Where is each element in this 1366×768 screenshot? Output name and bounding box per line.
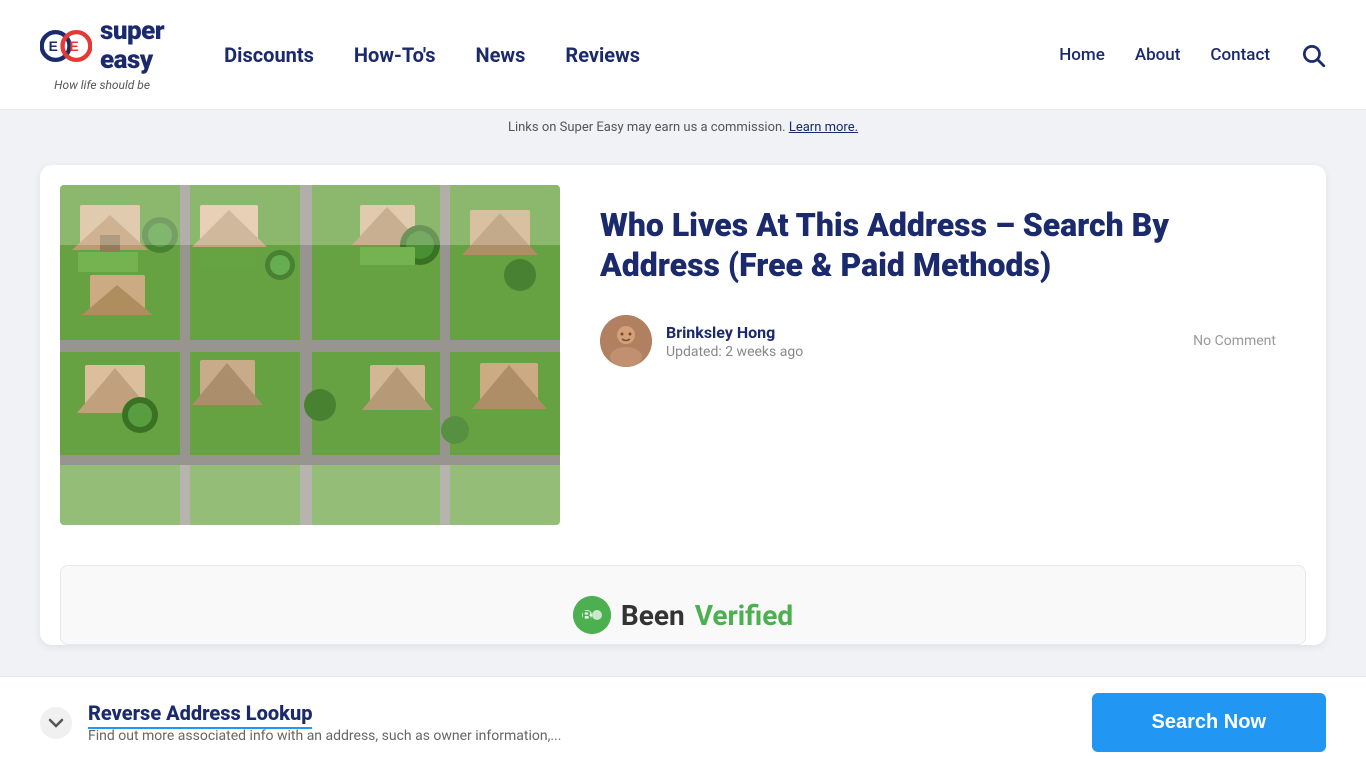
article-header: Who Lives At This Address – Search By Ad… bbox=[40, 165, 1326, 545]
svg-text:B: B bbox=[582, 608, 591, 623]
author-avatar bbox=[600, 315, 652, 367]
bv-text-verified: Verified bbox=[695, 599, 793, 632]
logo-brand-super: super bbox=[100, 17, 164, 46]
article-content: Who Lives At This Address – Search By Ad… bbox=[560, 165, 1326, 397]
logo-icon: E E bbox=[40, 20, 92, 72]
logo-tagline: How life should be bbox=[54, 78, 150, 92]
nav-news[interactable]: News bbox=[476, 43, 526, 67]
search-icon-button[interactable] bbox=[1300, 42, 1326, 68]
svg-text:E: E bbox=[49, 38, 58, 54]
logo-area[interactable]: E E super easy How life should be bbox=[40, 17, 164, 92]
no-comment: No Comment bbox=[1193, 333, 1276, 349]
site-header: E E super easy How life should be Discou… bbox=[0, 0, 1366, 110]
collapse-button[interactable] bbox=[40, 707, 72, 739]
author-info: Brinksley Hong Updated: 2 weeks ago bbox=[666, 323, 803, 360]
bv-text-been: Been bbox=[621, 599, 685, 632]
been-verified-section: B Been Verified bbox=[60, 565, 1306, 645]
aerial-image-svg bbox=[60, 185, 560, 525]
learn-more-link[interactable]: Learn more. bbox=[789, 120, 858, 135]
commission-bar: Links on Super Easy may earn us a commis… bbox=[0, 110, 1366, 145]
logo-graphic: E E super easy bbox=[40, 17, 164, 74]
nav-home[interactable]: Home bbox=[1059, 45, 1105, 65]
nav-discounts[interactable]: Discounts bbox=[224, 43, 314, 67]
nav-contact[interactable]: Contact bbox=[1210, 45, 1270, 65]
bv-icon: B bbox=[573, 596, 611, 634]
svg-text:E: E bbox=[69, 38, 78, 54]
search-icon bbox=[1300, 42, 1326, 68]
article-image bbox=[60, 185, 560, 525]
nav-about[interactable]: About bbox=[1135, 45, 1181, 65]
right-nav: Home About Contact bbox=[1059, 42, 1326, 68]
logo-text: super easy bbox=[100, 17, 164, 74]
author-name: Brinksley Hong bbox=[666, 323, 803, 342]
article-title: Who Lives At This Address – Search By Ad… bbox=[600, 205, 1276, 285]
author-area: Brinksley Hong Updated: 2 weeks ago No C… bbox=[600, 315, 1276, 367]
main-nav: Discounts How-To's News Reviews bbox=[224, 43, 1059, 67]
author-left: Brinksley Hong Updated: 2 weeks ago bbox=[600, 315, 803, 367]
author-updated: Updated: 2 weeks ago bbox=[666, 344, 803, 360]
bv-logo: B Been Verified bbox=[573, 596, 793, 634]
main-card: Who Lives At This Address – Search By Ad… bbox=[40, 165, 1326, 645]
bottom-description: Find out more associated info with an ad… bbox=[88, 728, 561, 744]
chevron-down-icon bbox=[48, 715, 64, 731]
nav-reviews[interactable]: Reviews bbox=[565, 43, 640, 67]
bottom-bar: Reverse Address Lookup Find out more ass… bbox=[0, 676, 1366, 768]
bottom-left-area: Reverse Address Lookup Find out more ass… bbox=[40, 701, 561, 744]
bottom-text-area: Reverse Address Lookup Find out more ass… bbox=[88, 701, 561, 744]
search-now-button[interactable]: Search Now bbox=[1092, 693, 1326, 752]
nav-howtos[interactable]: How-To's bbox=[354, 43, 436, 67]
logo-brand-easy: easy bbox=[100, 46, 164, 75]
bottom-title: Reverse Address Lookup bbox=[88, 701, 561, 725]
